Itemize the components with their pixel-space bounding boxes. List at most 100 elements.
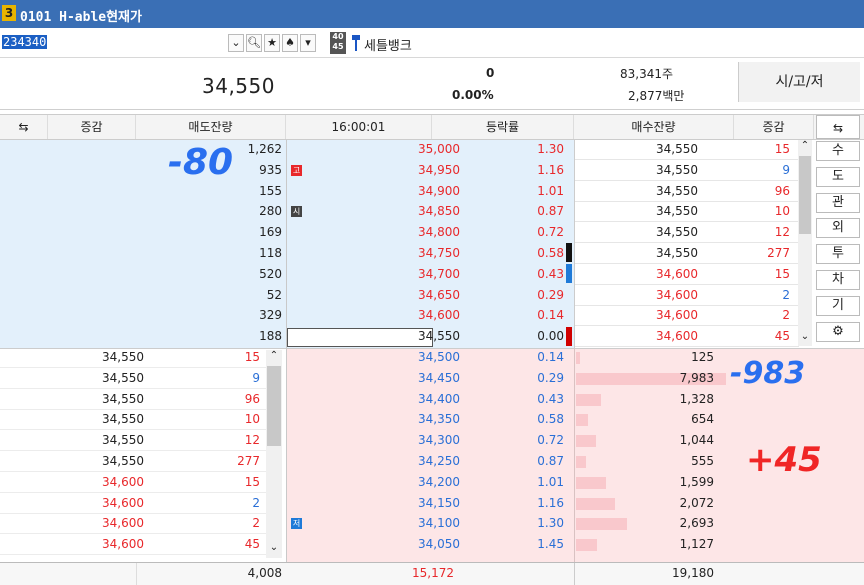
ask-price[interactable]: 34,550: [300, 327, 460, 346]
scroll-up-icon[interactable]: ⌃: [799, 140, 811, 154]
trade-price: 34,600: [656, 308, 698, 323]
bid-price[interactable]: 34,350: [300, 410, 460, 429]
lower-trade-qty: 15: [244, 350, 260, 364]
bid-qty: 555: [691, 454, 714, 468]
ask-rate: 1.16: [537, 162, 564, 177]
ask-price[interactable]: 34,850: [300, 202, 460, 221]
bid-price[interactable]: 34,200: [300, 473, 460, 492]
bid-qty-bar: [576, 352, 580, 364]
menu-dropdown-icon[interactable]: ▾: [300, 34, 316, 52]
toolbar: 234340 ⌄ 🔍︎ ★ ♠ ▾ 40 45 세틀뱅크: [0, 28, 864, 58]
bid-price[interactable]: 34,100: [300, 514, 460, 533]
header-right-change: 증감: [734, 115, 814, 139]
ask-price[interactable]: 34,900: [300, 182, 460, 201]
ask-qty: 52: [266, 287, 282, 302]
trade-qty: 2: [782, 287, 790, 302]
stock-code-input[interactable]: 234340: [2, 35, 242, 53]
side-button-do[interactable]: 도: [816, 166, 860, 187]
lower-trade-qty: 12: [244, 433, 260, 448]
trade-qty: 15: [774, 266, 790, 281]
ask-price[interactable]: 34,700: [300, 265, 460, 284]
lower-scrollbar-thumb[interactable]: [267, 366, 281, 446]
sector-name: 세틀뱅크: [364, 39, 412, 54]
ask-qty: 329: [259, 308, 282, 323]
bid-qty: 1,599: [679, 474, 714, 489]
left-swap-icon[interactable]: ⇆: [0, 115, 48, 139]
bid-price[interactable]: 34,400: [300, 390, 460, 409]
ask-rate: 0.87: [537, 204, 564, 219]
lower-scroll-down-icon[interactable]: ⌄: [267, 542, 281, 556]
trade-price: 34,550: [656, 162, 698, 177]
lower-trade-qty: 10: [244, 412, 260, 427]
ask-rate: 1.30: [537, 142, 564, 156]
lower-scroll-up-icon[interactable]: ⌃: [267, 350, 281, 364]
trade-price: 34,550: [656, 246, 698, 260]
bid-rate: 1.45: [537, 537, 564, 552]
bid-price[interactable]: 34,150: [300, 494, 460, 513]
lower-trade-price: 34,600: [102, 474, 144, 489]
trade-qty: 10: [774, 204, 790, 219]
side-button-cha[interactable]: 차: [816, 270, 860, 290]
side-button-gi[interactable]: 기: [816, 295, 860, 316]
bid-price[interactable]: 34,300: [300, 431, 460, 450]
lower-trade-qty: 2: [252, 495, 260, 510]
side-button-gwan[interactable]: 관: [816, 192, 860, 213]
ask-qty: 118: [259, 246, 282, 260]
right-swap-icon[interactable]: ⇆: [816, 115, 860, 139]
side-button-tu[interactable]: 투: [816, 244, 860, 265]
pin-icon: [352, 33, 360, 53]
search-icon[interactable]: 🔍︎: [246, 34, 262, 52]
bid-qty: 2,693: [679, 516, 714, 531]
upper-scrollbar-thumb[interactable]: [799, 156, 811, 234]
ask-price[interactable]: 35,000: [300, 140, 460, 159]
ask-qty: 155: [259, 183, 282, 198]
ask-price[interactable]: 34,600: [300, 306, 460, 325]
ask-rate: 0.14: [537, 308, 564, 323]
ask-rate: 0.43: [537, 266, 564, 281]
favorite-star-icon[interactable]: ★: [264, 34, 280, 52]
ask-price[interactable]: 34,750: [300, 244, 460, 263]
bid-qty-bar: [576, 456, 586, 468]
lower-trade-price: 34,550: [102, 370, 144, 385]
window-number-badge: 3: [2, 5, 16, 21]
spade-icon[interactable]: ♠: [282, 34, 298, 52]
ask-qty: 188: [259, 329, 282, 344]
trade-qty: 277: [767, 246, 790, 260]
ask-price[interactable]: 34,800: [300, 223, 460, 242]
bid-rate: 0.43: [537, 391, 564, 406]
current-price: 34,550: [202, 74, 275, 98]
bid-qty: 1,328: [679, 391, 714, 406]
annotation-right-bottom: +45: [746, 440, 822, 480]
scroll-down-icon[interactable]: ⌄: [799, 331, 811, 345]
bid-qty: 1,044: [679, 433, 714, 448]
window-title: 0101 H-able현재가: [20, 10, 142, 25]
price-summary: 34,550 0 0.00% 83,341주 2,877백만 시/고/저: [0, 58, 864, 110]
trade-price: 34,600: [656, 266, 698, 281]
ask-rate: 0.00: [537, 329, 564, 344]
bid-qty-bar: [576, 435, 596, 448]
bid-rate: 0.29: [537, 370, 564, 385]
bid-rate: 0.87: [537, 454, 564, 468]
lower-trade-price: 34,550: [102, 433, 144, 448]
header-ask-qty: 매도잔량: [136, 115, 286, 139]
trade-price: 34,550: [656, 142, 698, 156]
lower-trade-price: 34,550: [102, 412, 144, 427]
trade-volume: 83,341주: [620, 67, 674, 81]
info-4045-icon[interactable]: 40 45: [330, 32, 346, 54]
trade-price: 34,550: [656, 225, 698, 240]
ask-price[interactable]: 34,650: [300, 286, 460, 305]
bid-price[interactable]: 34,050: [300, 535, 460, 554]
ask-price[interactable]: 34,950: [300, 161, 460, 180]
open-high-low-button[interactable]: 시/고/저: [738, 62, 860, 102]
ask-rate: 1.01: [537, 183, 564, 198]
bid-price[interactable]: 34,450: [300, 369, 460, 388]
settings-gear-icon[interactable]: ⚙: [816, 321, 860, 342]
marker-blue: [566, 264, 572, 283]
side-button-oe[interactable]: 외: [816, 218, 860, 239]
bid-price[interactable]: 34,250: [300, 452, 460, 471]
side-button-su[interactable]: 수: [816, 141, 860, 161]
annotation-left: -80: [168, 142, 234, 183]
code-dropdown-chevron-icon[interactable]: ⌄: [228, 34, 244, 52]
lower-trade-price: 34,550: [102, 454, 144, 468]
bid-price[interactable]: 34,500: [300, 348, 460, 367]
